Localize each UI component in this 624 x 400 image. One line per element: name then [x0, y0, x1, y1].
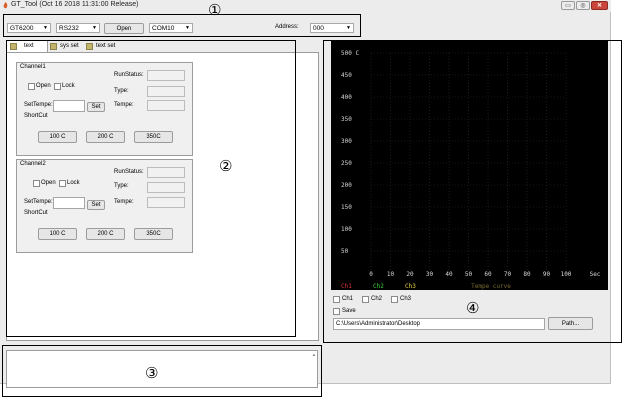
annotation-marker-1: ①	[208, 1, 222, 19]
annotation-marker-3: ③	[145, 364, 159, 382]
app-flame-icon	[3, 2, 8, 9]
annotation-box-1	[3, 14, 361, 37]
minimize-button[interactable]: ▭	[561, 1, 575, 10]
annotation-box-4	[323, 40, 622, 343]
maximize-button[interactable]: ◎	[576, 1, 590, 10]
annotation-box-3	[2, 345, 322, 397]
title-bar: GT_Tool (Oct 16 2018 11:31:00 Release) ▭…	[0, 0, 611, 12]
close-button[interactable]: ✕	[591, 1, 608, 10]
annotation-marker-4: ④	[466, 299, 480, 317]
window-title: GT_Tool (Oct 16 2018 11:31:00 Release)	[11, 1, 139, 8]
annotation-marker-2: ②	[219, 157, 233, 175]
annotation-box-2	[6, 40, 296, 337]
